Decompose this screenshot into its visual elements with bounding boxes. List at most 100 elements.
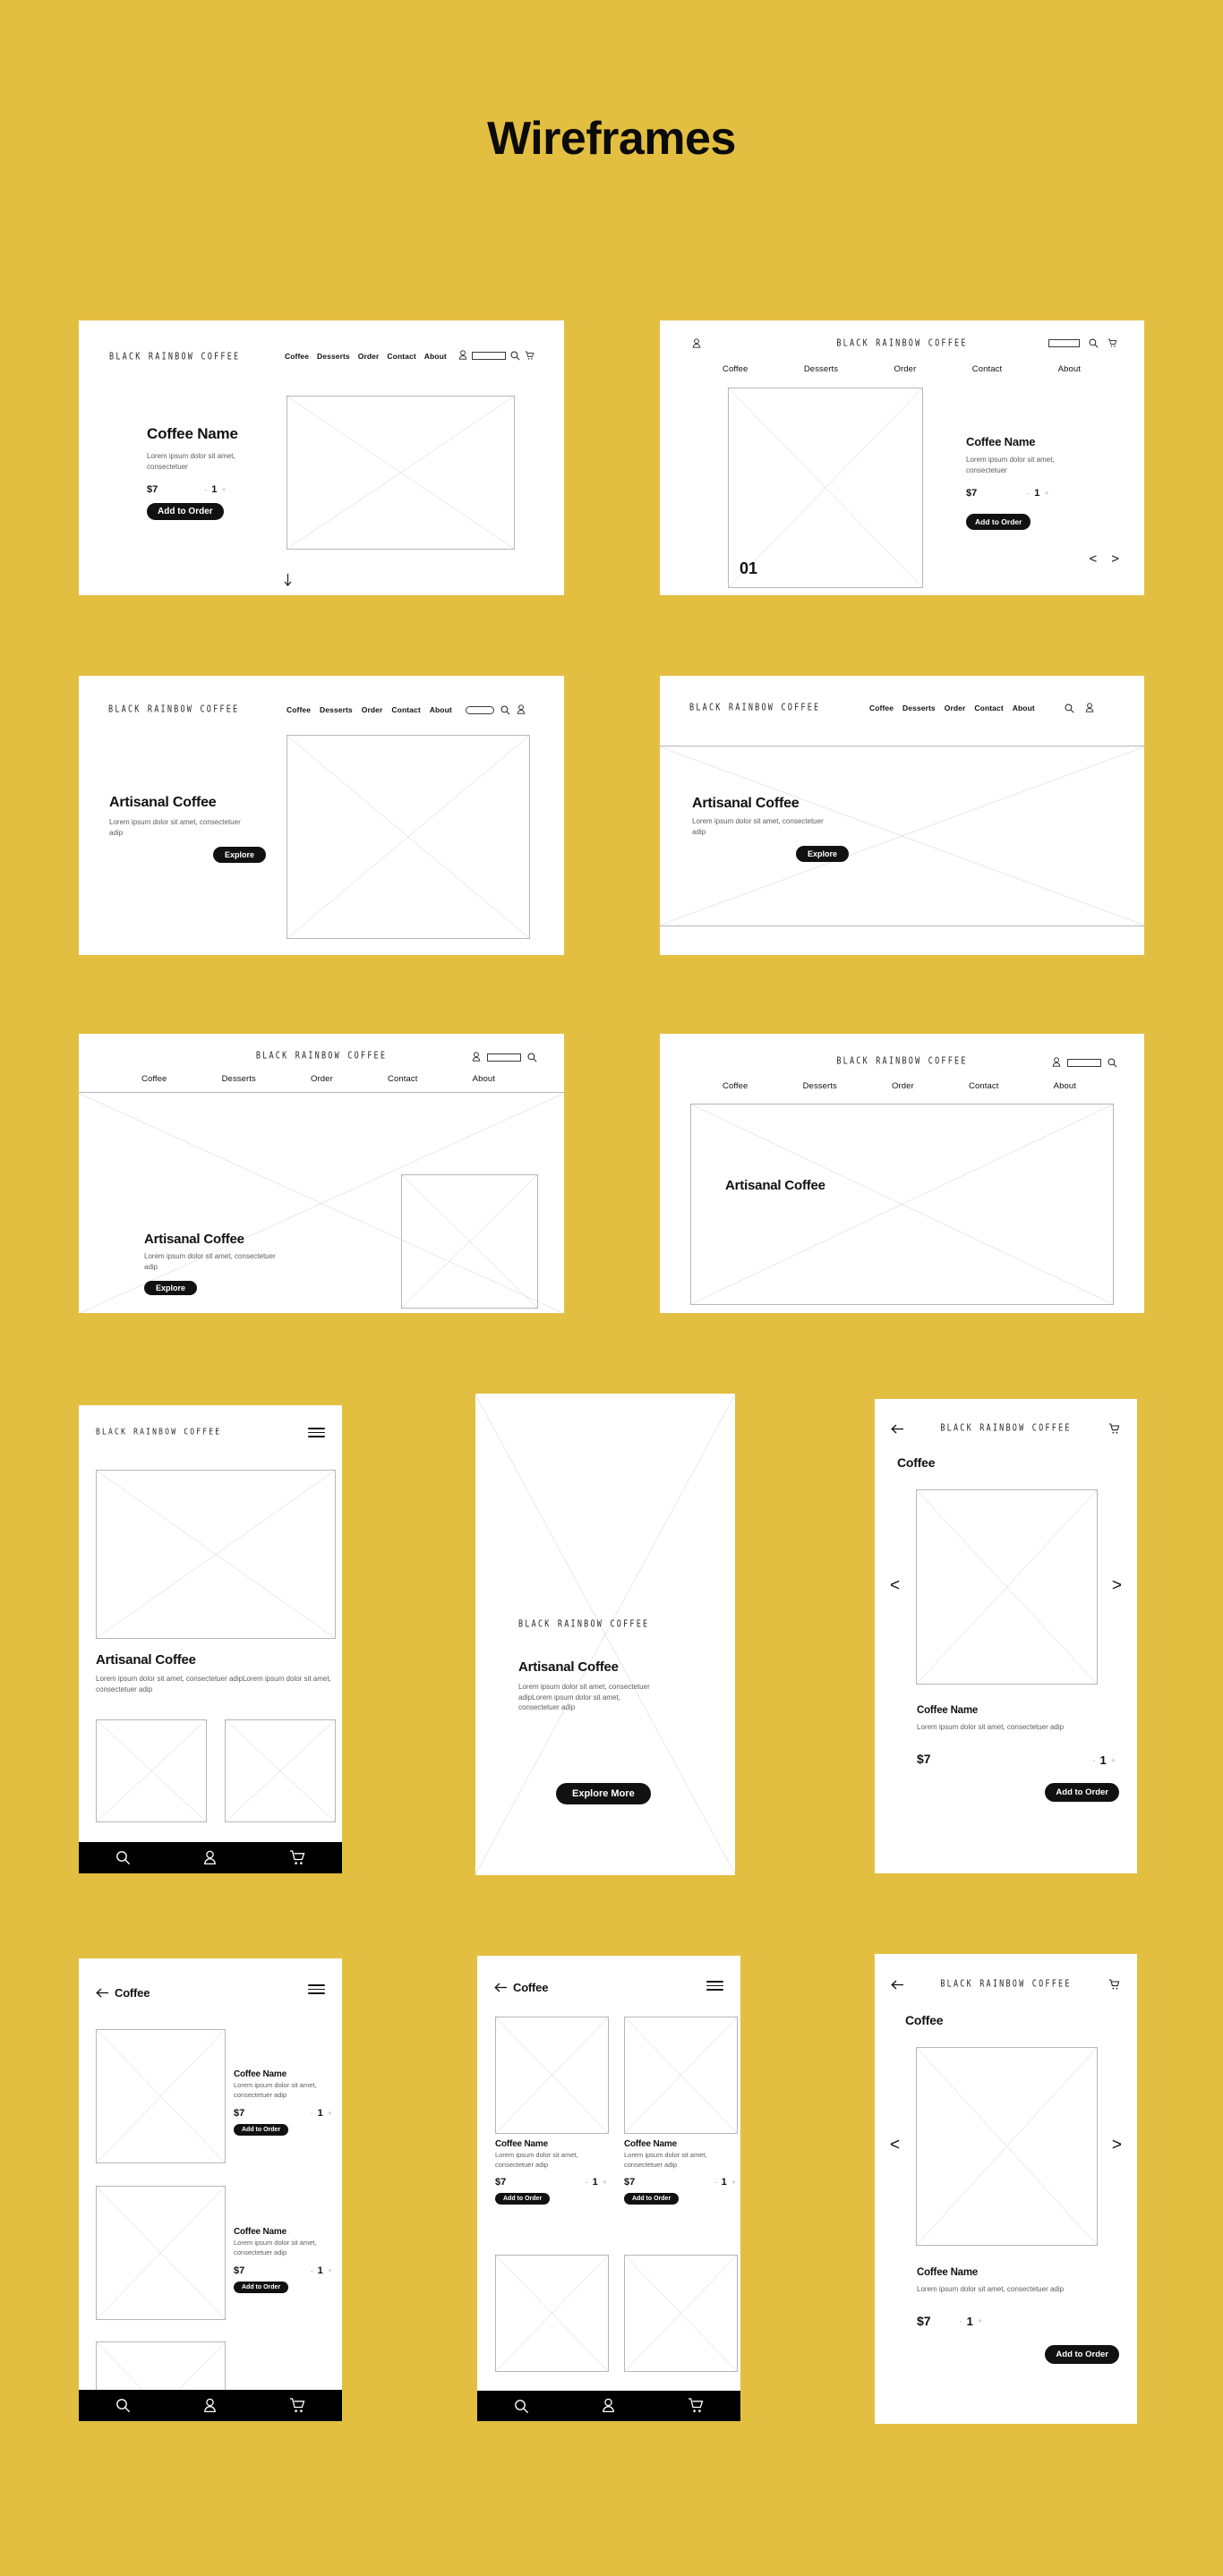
nav-item-coffee[interactable]: Coffee [723,364,748,374]
nav-item-coffee[interactable]: Coffee [869,704,894,712]
cart-icon[interactable] [1108,1979,1120,1991]
nav-item-coffee[interactable]: Coffee [141,1074,167,1084]
nav-item-about[interactable]: About [1058,364,1081,374]
search-icon[interactable] [527,1053,537,1062]
nav-item-coffee[interactable]: Coffee [287,705,311,714]
decrement-button[interactable]: - [1093,1756,1096,1765]
cart-icon[interactable] [1108,338,1117,348]
nav-item-order[interactable]: Order [358,352,380,361]
explore-button[interactable]: Explore [795,846,849,863]
explore-button[interactable]: Explore [212,847,266,864]
search-icon[interactable] [1089,338,1099,348]
search-icon[interactable] [510,351,520,361]
nav-item-about[interactable]: About [473,1074,495,1084]
back-header[interactable]: Coffee [494,1981,548,1994]
cart-icon[interactable] [1108,1423,1120,1435]
nav-item-desserts[interactable]: Desserts [902,704,936,712]
decrement-button[interactable]: - [960,2316,962,2325]
cart-icon[interactable] [289,1849,306,1866]
nav-item-order[interactable]: Order [945,704,966,712]
back-arrow-icon[interactable] [494,1983,508,1992]
nav-item-coffee[interactable]: Coffee [285,352,309,361]
nav-item-order[interactable]: Order [362,705,383,714]
cart-icon[interactable] [525,351,535,361]
nav-item-about[interactable]: About [1054,1081,1076,1091]
nav-item-about[interactable]: About [424,352,447,361]
bottom-tab-bar[interactable] [79,1842,342,1873]
account-icon[interactable] [472,1052,481,1062]
decrement-button[interactable]: - [311,2266,313,2275]
add-to-order-button[interactable]: Add to Order [495,2192,551,2205]
nav-item-desserts[interactable]: Desserts [803,1081,837,1091]
search-input[interactable] [472,351,506,360]
add-to-order-button[interactable]: Add to Order [1045,2345,1119,2364]
scroll-down-indicator[interactable] [283,574,293,591]
decrement-button[interactable]: - [311,2109,313,2118]
nav-item-contact[interactable]: Contact [969,1081,998,1091]
hamburger-icon[interactable] [706,1981,723,1991]
quantity-stepper[interactable]: - 1 + [586,2177,607,2188]
increment-button[interactable]: + [328,2266,332,2275]
increment-button[interactable]: + [603,2178,607,2187]
nav-item-desserts[interactable]: Desserts [804,364,838,374]
quantity-stepper[interactable]: - 1 + [1027,488,1048,499]
nav-item-contact[interactable]: Contact [974,704,1003,712]
nav-item-contact[interactable]: Contact [391,705,420,714]
chevron-right-icon[interactable]: > [1111,551,1119,567]
header-utilities[interactable] [466,704,526,715]
header-utilities[interactable] [1052,1057,1117,1068]
search-icon[interactable] [115,2398,131,2413]
nav-item-order[interactable]: Order [894,364,917,374]
nav-item-desserts[interactable]: Desserts [222,1074,256,1084]
carousel-controls[interactable]: < > [1089,551,1119,567]
increment-button[interactable]: + [1111,1756,1116,1765]
nav-item-order[interactable]: Order [892,1081,914,1091]
primary-nav[interactable]: Coffee Desserts Order Contact About [285,352,447,361]
add-to-order-button[interactable]: Add to Order [624,2192,680,2205]
primary-nav[interactable]: Coffee Desserts Order Contact About [723,364,1081,374]
account-icon[interactable] [458,350,467,361]
search-input[interactable] [466,705,494,714]
explore-more-button[interactable]: Explore More [556,1783,651,1804]
account-icon[interactable] [517,704,526,715]
nav-item-desserts[interactable]: Desserts [317,352,350,361]
back-header[interactable]: Coffee [96,1986,150,2000]
increment-button[interactable]: + [731,2178,736,2187]
increment-button[interactable]: + [978,2316,982,2325]
nav-item-order[interactable]: Order [311,1074,333,1084]
add-to-order-button[interactable]: Add to Order [234,2281,289,2293]
chevron-right-icon[interactable]: > [1112,1576,1122,1596]
hamburger-icon[interactable] [308,1984,325,1994]
search-input[interactable] [1048,339,1080,347]
quantity-stepper[interactable]: - 1 + [960,2315,983,2328]
nav-item-contact[interactable]: Contact [972,364,1002,374]
down-arrow-icon[interactable] [283,574,293,586]
decrement-button[interactable]: - [586,2178,588,2187]
primary-nav[interactable]: Coffee Desserts Order Contact About [869,704,1035,712]
add-to-order-button[interactable]: Add to Order [234,2123,289,2136]
nav-item-desserts[interactable]: Desserts [320,705,353,714]
bottom-tab-bar[interactable] [79,2390,342,2421]
nav-item-coffee[interactable]: Coffee [723,1081,748,1091]
nav-item-contact[interactable]: Contact [387,352,415,361]
search-icon[interactable] [1065,704,1074,713]
nav-item-contact[interactable]: Contact [388,1074,417,1084]
quantity-stepper[interactable]: - 1 + [311,2108,332,2119]
primary-nav[interactable]: Coffee Desserts Order Contact About [287,705,452,714]
chevron-right-icon[interactable]: > [1112,2136,1122,2155]
decrement-button[interactable]: - [714,2178,717,2187]
account-icon[interactable] [1052,1057,1061,1068]
quantity-stepper[interactable]: - 1 + [714,2177,736,2188]
account-icon[interactable] [203,2398,217,2414]
header-utilities[interactable] [1065,703,1094,713]
nav-item-about[interactable]: About [1013,704,1035,712]
primary-nav[interactable]: Coffee Desserts Order Contact About [141,1074,495,1084]
account-icon[interactable] [203,1850,217,1866]
chevron-left-icon[interactable]: < [890,2136,900,2155]
decrement-button[interactable]: - [204,485,207,494]
increment-button[interactable]: + [328,2109,332,2118]
search-icon[interactable] [1108,1058,1117,1068]
add-to-order-button[interactable]: Add to Order [147,503,224,521]
quantity-stepper[interactable]: - 1 + [1093,1753,1116,1767]
explore-button[interactable]: Explore [144,1281,198,1296]
